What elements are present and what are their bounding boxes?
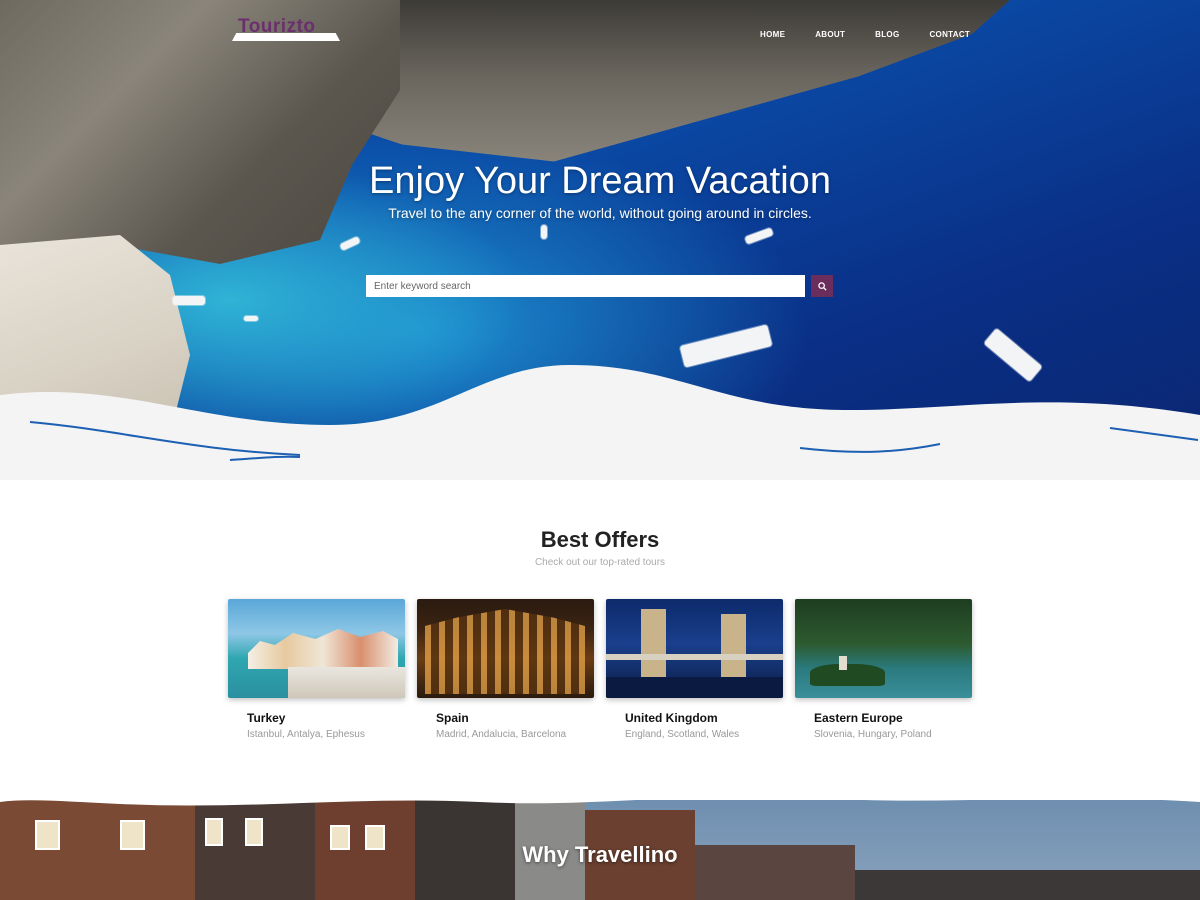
building-image bbox=[855, 870, 1200, 900]
offer-card-uk[interactable]: United Kingdom England, Scotland, Wales bbox=[606, 599, 783, 749]
main-nav: HOME ABOUT BLOG CONTACT bbox=[760, 30, 1000, 39]
boat-image bbox=[173, 296, 205, 305]
offer-title: United Kingdom bbox=[625, 711, 718, 725]
site-logo[interactable]: Tourizto bbox=[232, 16, 340, 42]
hero-wave-divider bbox=[0, 365, 1200, 480]
nav-home[interactable]: HOME bbox=[760, 30, 785, 39]
why-wave-divider bbox=[0, 780, 1200, 806]
nav-blog[interactable]: BLOG bbox=[875, 30, 899, 39]
boat-image bbox=[339, 236, 361, 251]
hero-section bbox=[0, 0, 1200, 480]
hero-subtitle: Travel to the any corner of the world, w… bbox=[388, 205, 812, 221]
why-title: Why Travellino bbox=[522, 842, 678, 867]
hero-title: Enjoy Your Dream Vacation bbox=[369, 160, 831, 202]
turkey-image bbox=[228, 599, 405, 698]
boat-image bbox=[541, 225, 547, 239]
boat-image bbox=[744, 227, 774, 245]
offer-card-eastern-europe[interactable]: Eastern Europe Slovenia, Hungary, Poland bbox=[795, 599, 972, 749]
offer-desc: Istanbul, Antalya, Ephesus bbox=[247, 729, 365, 740]
offer-desc: Madrid, Andalucia, Barcelona bbox=[436, 729, 567, 740]
search-input[interactable] bbox=[366, 275, 805, 297]
offer-desc: Slovenia, Hungary, Poland bbox=[814, 729, 932, 740]
logo-text: Tourizto bbox=[238, 16, 316, 37]
offer-card-turkey[interactable]: Turkey Istanbul, Antalya, Ephesus bbox=[228, 599, 405, 749]
nav-contact[interactable]: CONTACT bbox=[929, 30, 970, 39]
search-icon bbox=[817, 281, 827, 291]
spain-image bbox=[417, 599, 594, 698]
offers-title: Best Offers bbox=[540, 527, 660, 552]
offer-title: Spain bbox=[436, 711, 469, 725]
search-button[interactable] bbox=[811, 275, 833, 297]
boat-image bbox=[244, 316, 258, 321]
eastern-europe-image bbox=[795, 599, 972, 698]
uk-image bbox=[606, 599, 783, 698]
nav-about[interactable]: ABOUT bbox=[815, 30, 845, 39]
offer-title: Eastern Europe bbox=[814, 711, 903, 725]
offers-subtitle: Check out our top-rated tours bbox=[534, 557, 666, 568]
offer-card-spain[interactable]: Spain Madrid, Andalucia, Barcelona bbox=[417, 599, 594, 749]
offer-title: Turkey bbox=[247, 711, 286, 725]
offer-desc: England, Scotland, Wales bbox=[625, 729, 740, 740]
